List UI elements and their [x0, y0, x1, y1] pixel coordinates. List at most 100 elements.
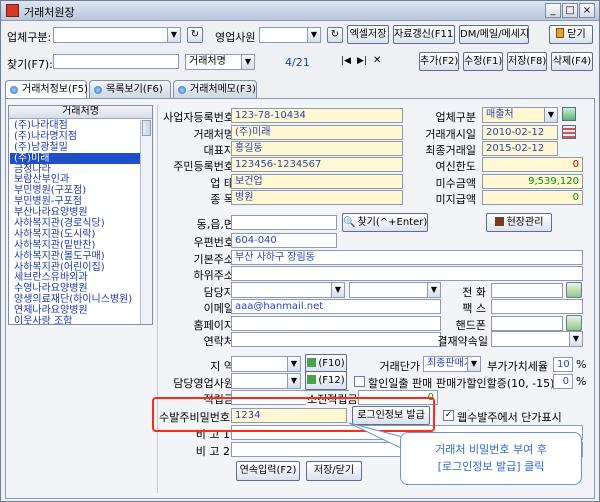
category-select[interactable]: ▼	[53, 27, 181, 43]
list-item[interactable]: (주)나라명지점	[10, 131, 140, 142]
find-address-label: 찾기(^+Enter)	[357, 217, 428, 228]
mobile-input[interactable]	[491, 316, 563, 331]
credit-limit-input[interactable]: 0	[482, 157, 583, 172]
vat-unit: %	[576, 358, 587, 371]
list-item[interactable]: (주)나라대점	[10, 120, 140, 131]
region-icon	[307, 358, 317, 367]
region-manage-label: (F10)	[318, 358, 345, 369]
show-price-checkbox[interactable]: ✓	[443, 410, 454, 421]
dm-mail-message-button[interactable]: DM/메일/메세지	[459, 25, 529, 44]
name-input[interactable]: (주)미래	[231, 125, 403, 140]
list-scrollbar[interactable]	[140, 120, 152, 324]
add-button[interactable]: 추가(F2)	[419, 52, 459, 71]
business-type-label: 업 태	[210, 177, 234, 190]
start-date-input[interactable]: 2010-02-12	[482, 125, 558, 140]
business-item-input[interactable]: 병원	[231, 190, 403, 205]
site-management-button[interactable]: 현장관리	[486, 213, 552, 232]
close-window-button[interactable]: ×	[579, 3, 595, 18]
last-date-input[interactable]: 2015-02-12	[482, 141, 558, 156]
homepage-input[interactable]	[231, 316, 441, 331]
manager-select[interactable]: ▼	[231, 282, 345, 298]
close-button[interactable]: 닫기	[549, 25, 593, 44]
sales-staff-label: 담당영업사원	[173, 377, 234, 390]
save-button[interactable]: 저장(F8)	[507, 52, 547, 71]
region-select[interactable]: ▼	[231, 356, 301, 372]
mobile-label: 핸드폰	[455, 319, 486, 332]
door-icon	[556, 28, 565, 38]
tab-customer-info[interactable]: 거래처정보(F5)	[5, 80, 88, 100]
scrollbar-thumb[interactable]	[142, 120, 151, 136]
list-item[interactable]: 부산나라요양병원	[10, 207, 140, 218]
list-item[interactable]: 부민병원-구포점	[10, 196, 140, 207]
list-item[interactable]: 이웃사랑 조합	[10, 316, 140, 324]
discount-rate-input[interactable]: 0	[553, 374, 573, 389]
first-record-icon[interactable]: |◀	[341, 56, 351, 66]
list-item[interactable]: (주)미래	[10, 152, 140, 164]
address2-input[interactable]	[231, 266, 583, 281]
list-item[interactable]: 사하복지관(밑반찬)	[10, 240, 140, 251]
ceo-input[interactable]: 홍길동	[231, 141, 403, 156]
list-item[interactable]: 금정나라	[10, 164, 140, 175]
tab-list-view[interactable]: 목록보기(F6)	[89, 80, 171, 99]
list-item[interactable]: 수영나라요양병원	[10, 283, 140, 294]
list-item[interactable]: 연제나라요양병원	[10, 305, 140, 316]
page-indicator: 4/21	[285, 56, 310, 69]
contact-input[interactable]	[231, 332, 441, 347]
list-item[interactable]: (주)남광철밀	[10, 142, 140, 153]
sales-select[interactable]: ▼	[259, 27, 321, 43]
list-item[interactable]: 사하복지관(어린이집)	[10, 262, 140, 273]
refresh-data-button[interactable]: 자료갱신(F11)	[393, 25, 455, 44]
reset-icon[interactable]: ↻	[327, 27, 343, 43]
list-item[interactable]: 부민병원(구포점)	[10, 185, 140, 196]
reset-icon[interactable]: ↻	[187, 27, 203, 43]
staff-manage-button[interactable]: (F12)	[305, 371, 347, 390]
email-input[interactable]: aaa@hanmail.net	[231, 299, 441, 314]
delete-button[interactable]: 삭제(F4)	[551, 52, 593, 71]
calendar-icon[interactable]	[562, 125, 576, 139]
list-item[interactable]: 보람산부인과	[10, 174, 140, 186]
minimize-button[interactable]: _	[545, 3, 561, 18]
list-item[interactable]: 세브란스유바외과	[10, 272, 140, 284]
last-record-icon[interactable]: ▶|	[357, 56, 367, 66]
list-item[interactable]: 양생의료재단(하이니스병원)	[10, 294, 140, 305]
zip-input[interactable]: 604-040	[231, 233, 337, 248]
category-manage-icon[interactable]	[562, 107, 576, 121]
tab-icon	[10, 86, 18, 94]
continuous-input-button[interactable]: 연속입력(F2)	[236, 461, 300, 481]
tab-icon	[94, 86, 102, 94]
discount-checkbox[interactable]	[354, 376, 365, 387]
edit-button[interactable]: 수정(F1)	[463, 52, 503, 71]
list-item[interactable]: 사하복지관(경로식당)	[10, 218, 140, 229]
list-item[interactable]: 사하복지관(볼도구매)	[10, 251, 140, 262]
manager-sub-select[interactable]: ▼	[349, 282, 441, 298]
customer-list[interactable]: 거래처명 (주)나라대점 (주)나라명지점 (주)남광철밀 (주)미래 금정나라 보람산부…	[8, 105, 153, 325]
address1-label: 기본주소	[193, 253, 234, 266]
fax-input[interactable]	[491, 299, 583, 314]
sales-staff-select[interactable]: ▼	[231, 373, 301, 389]
maximize-button[interactable]: □	[562, 3, 578, 18]
customer-ledger-window: 거래처원장 _ □ × 업체구분: ▼ ↻ 영업사원 : ▼ ↻ 엑셀저장 자료…	[0, 0, 600, 502]
price-type-select[interactable]: 최종판매가 ▼	[423, 356, 481, 372]
resident-input[interactable]: 123456-1234567	[231, 157, 403, 172]
company-type-select[interactable]: 매출처 ▼	[482, 107, 558, 123]
address1-input[interactable]: 부산 사하구 장림동	[231, 250, 583, 265]
business-type-input[interactable]: 보건업	[231, 174, 403, 189]
memo2-label: 비 고 2	[195, 445, 230, 458]
save-close-button[interactable]: 저장/닫기	[306, 461, 362, 481]
mobile-message-icon[interactable]	[566, 315, 582, 331]
tab-customer-memo[interactable]: 거래처메모(F3)	[173, 80, 257, 99]
find-field-select[interactable]: 거래처명 ▼	[185, 54, 255, 70]
biz-no-input[interactable]: 123-78-10434	[231, 108, 403, 123]
find-address-button[interactable]: 🔍 찾기(^+Enter)	[342, 213, 428, 232]
settle-date-select[interactable]: ▼	[491, 331, 583, 347]
callout-line-1: 거래처 비밀번호 부여 후	[435, 443, 547, 456]
tab-label: 거래처메모(F3)	[190, 84, 256, 95]
list-item[interactable]: 사하복지관(도시락)	[10, 229, 140, 240]
excel-save-button[interactable]: 엑셀저장	[347, 25, 389, 44]
phone-book-icon[interactable]	[566, 282, 582, 298]
vat-input[interactable]: 10	[553, 357, 573, 372]
dong-input[interactable]	[231, 215, 337, 230]
find-input[interactable]	[53, 54, 179, 69]
clear-icon[interactable]: ✕	[373, 55, 381, 66]
phone-input[interactable]	[491, 283, 563, 298]
